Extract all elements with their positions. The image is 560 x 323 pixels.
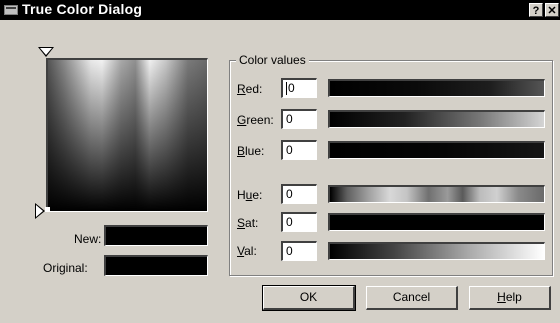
val-input[interactable]: 0 [281,241,317,261]
close-icon[interactable]: ✕ [545,3,559,17]
green-label-rest: reen: [246,113,274,127]
hue-label: Hue: [237,188,262,202]
green-slider-bar[interactable] [328,110,545,128]
picker-cursor [45,207,50,212]
green-input[interactable]: 0 [281,109,317,129]
green-label-hotkey: G [237,113,247,127]
help-icon[interactable]: ? [529,3,543,17]
blue-value: 0 [286,143,293,157]
green-value: 0 [286,112,293,126]
hue-slider-bar[interactable] [328,185,545,203]
val-slider-bar[interactable] [328,242,545,260]
blue-slider-bar[interactable] [328,141,545,159]
hue-marker-icon[interactable] [38,47,54,57]
window-title: True Color Dialog [22,1,143,17]
red-input[interactable]: 0 [281,78,317,98]
red-label: Red: [237,82,262,96]
hue-input[interactable]: 0 [281,184,317,204]
val-value: 0 [286,244,293,258]
title-bar: True Color Dialog ? ✕ [0,0,560,20]
green-label: Green: [237,113,274,127]
sat-slider-bar[interactable] [328,213,545,231]
help-button-rest: elp [505,290,522,304]
sat-label-hotkey: S [237,216,246,230]
sat-value: 0 [286,215,293,229]
new-color-label: New: [74,232,102,246]
blue-label: Blue: [237,144,264,158]
sat-label: Sat: [237,216,258,230]
red-value: 0 [288,81,295,95]
new-color-swatch [104,225,208,246]
sat-label-rest: at: [245,216,259,230]
sat-input[interactable]: 0 [281,212,317,232]
blue-label-hotkey: B [237,144,246,158]
original-color-label: Original: [43,261,88,275]
value-marker-icon[interactable] [35,203,45,219]
hue-label-rest: e: [252,188,263,202]
red-slider-bar[interactable] [328,79,545,97]
red-label-hotkey: R [237,82,246,96]
blue-label-rest: lue: [245,144,265,158]
app-icon [4,5,18,15]
color-picker-field[interactable] [46,58,208,212]
cancel-button[interactable]: Cancel [366,286,458,310]
red-label-rest: ed: [245,82,263,96]
blue-input[interactable]: 0 [281,140,317,160]
val-label-rest: al: [244,244,257,258]
hue-value: 0 [286,187,293,201]
original-color-swatch [104,255,208,276]
color-values-title: Color values [236,53,309,67]
help-button[interactable]: Help [469,286,551,310]
ok-button[interactable]: OK [262,285,356,311]
val-label: Val: [237,244,257,258]
help-button-hotkey: H [497,290,506,304]
hue-label-pre: H [237,188,246,202]
